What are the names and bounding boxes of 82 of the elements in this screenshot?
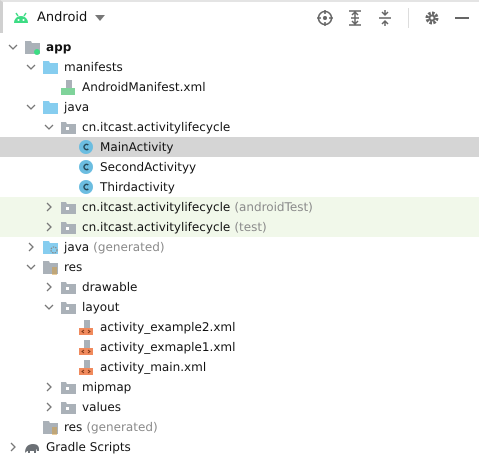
- node-label: layout: [82, 299, 120, 316]
- folder-icon: [42, 419, 59, 435]
- node-label: Thirdactivity: [100, 179, 175, 196]
- package-icon: [60, 399, 77, 415]
- node-suffix: (androidTest): [234, 199, 313, 216]
- expanded-chevron-icon[interactable]: [26, 102, 36, 112]
- package-icon: [60, 299, 77, 315]
- node-suffix: (generated): [93, 239, 164, 256]
- class-icon: [78, 139, 95, 155]
- xml-file-icon: [78, 319, 95, 335]
- node-label: cn.itcast.activitylifecycle: [82, 119, 230, 136]
- collapsed-chevron-icon[interactable]: [44, 382, 54, 392]
- node-label: activity_example2.xml: [100, 319, 236, 336]
- expanded-chevron-icon[interactable]: [26, 262, 36, 272]
- folder-icon: [42, 239, 59, 255]
- expanded-chevron-icon[interactable]: [26, 62, 36, 72]
- tree-row[interactable]: java (generated): [0, 237, 479, 257]
- folder-icon: [42, 259, 59, 275]
- collapsed-chevron-icon[interactable]: [44, 202, 54, 212]
- tree-row[interactable]: Gradle Scripts: [0, 437, 479, 457]
- tree-row[interactable]: Thirdactivity: [0, 177, 479, 197]
- tree-row[interactable]: SecondActivityy: [0, 157, 479, 177]
- node-suffix: (generated): [86, 419, 158, 436]
- expanded-chevron-icon[interactable]: [44, 302, 54, 312]
- node-label: Gradle Scripts: [46, 439, 131, 456]
- node-label: manifests: [64, 59, 123, 76]
- node-suffix: (test): [234, 219, 267, 236]
- class-icon: [78, 179, 95, 195]
- package-icon: [60, 219, 77, 235]
- tree-row[interactable]: layout: [0, 297, 479, 317]
- expanded-chevron-icon[interactable]: [44, 122, 54, 132]
- xml-file-icon: [78, 339, 95, 355]
- node-label: SecondActivityy: [100, 159, 196, 176]
- tree-row[interactable]: java: [0, 97, 479, 117]
- tree-row[interactable]: mipmap: [0, 377, 479, 397]
- tree-row[interactable]: cn.itcast.activitylifecycle (androidTest): [0, 197, 479, 217]
- collapsed-chevron-icon[interactable]: [26, 242, 36, 252]
- tree-row[interactable]: manifests: [0, 57, 479, 77]
- class-icon: [78, 159, 95, 175]
- tree-row[interactable]: app: [0, 37, 479, 57]
- tree-row[interactable]: activity_main.xml: [0, 357, 479, 377]
- tree-row[interactable]: values: [0, 397, 479, 417]
- node-label: app: [46, 39, 72, 56]
- package-icon: [60, 199, 77, 215]
- node-label: cn.itcast.activitylifecycle: [82, 219, 230, 236]
- tree-row[interactable]: cn.itcast.activitylifecycle (test): [0, 217, 479, 237]
- tree-row[interactable]: MainActivity: [0, 137, 479, 157]
- tree-row[interactable]: res: [0, 257, 479, 277]
- tree-row[interactable]: activity_exmaple1.xml: [0, 337, 479, 357]
- manifest-file-icon: [60, 79, 77, 95]
- xml-file-icon: [78, 359, 95, 375]
- node-label: java: [64, 99, 90, 116]
- folder-icon: [42, 59, 59, 75]
- node-label: res: [64, 419, 82, 436]
- node-label: values: [82, 399, 122, 416]
- expanded-chevron-icon[interactable]: [8, 42, 18, 52]
- tree-row[interactable]: AndroidManifest.xml: [0, 77, 479, 97]
- node-label: res: [64, 259, 82, 276]
- package-icon: [60, 119, 77, 135]
- node-label: activity_exmaple1.xml: [100, 339, 236, 356]
- tree-row[interactable]: res (generated): [0, 417, 479, 437]
- package-icon: [60, 279, 77, 295]
- caret-icon: [95, 14, 106, 20]
- node-label: activity_main.xml: [100, 359, 206, 376]
- tree-row[interactable]: drawable: [0, 277, 479, 297]
- node-label: MainActivity: [100, 139, 174, 156]
- android-icon: [13, 12, 29, 24]
- node-label: AndroidManifest.xml: [82, 79, 206, 96]
- node-label: java: [64, 239, 90, 256]
- node-label: mipmap: [82, 379, 132, 396]
- node-label: cn.itcast.activitylifecycle: [82, 199, 230, 216]
- module-icon: [24, 39, 41, 55]
- folder-icon: [42, 99, 59, 115]
- collapsed-chevron-icon[interactable]: [8, 442, 18, 452]
- node-label: drawable: [82, 279, 138, 296]
- collapsed-chevron-icon[interactable]: [44, 222, 54, 232]
- collapsed-chevron-icon[interactable]: [44, 282, 54, 292]
- view-dropdown[interactable]: Android: [37, 8, 106, 28]
- tree-row[interactable]: activity_example2.xml: [0, 317, 479, 337]
- collapsed-chevron-icon[interactable]: [44, 402, 54, 412]
- package-icon: [60, 379, 77, 395]
- tree-row[interactable]: cn.itcast.activitylifecycle: [0, 117, 479, 137]
